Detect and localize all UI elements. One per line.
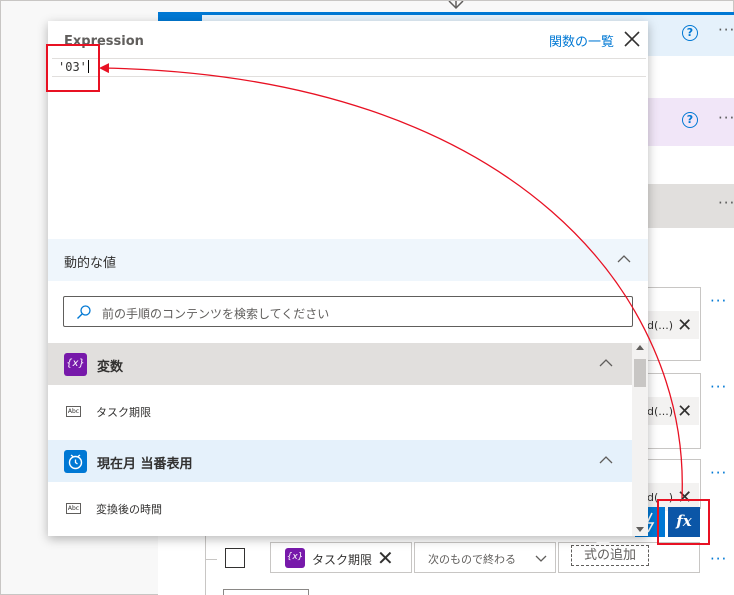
list-item-label: タスク期限 <box>96 406 151 419</box>
operator-dropdown[interactable]: 次のもので終わる <box>414 542 556 573</box>
variable-token-label: タスク期限 <box>312 553 373 567</box>
scroll-down-icon[interactable] <box>636 527 644 532</box>
function-list-link[interactable]: 関数の一覧 <box>549 31 614 50</box>
dynamic-content-title: 動的な値 <box>64 256 117 271</box>
close-icon[interactable] <box>622 29 642 49</box>
add-expression-button[interactable]: 式の追加 <box>571 545 649 566</box>
add-row-button-stub[interactable] <box>223 589 309 595</box>
dynamic-content-list: {x} 変数 Abc タスク期限 現在月 当番表用 Abc 変換後の時間 <box>48 343 632 536</box>
search-placeholder: 前の手順のコンテンツを検索してください <box>102 307 330 321</box>
variable-token[interactable]: {x} タスク期限 ✕ <box>270 542 412 573</box>
dynamic-content-header[interactable]: 動的な値 <box>48 239 648 281</box>
group-header-variables[interactable]: {x} 変数 <box>48 343 632 385</box>
chevron-up-icon[interactable] <box>599 359 613 367</box>
annotation-box-expression <box>46 44 100 92</box>
variable-icon: {x} <box>64 353 87 376</box>
condition-branch-line <box>205 559 217 560</box>
more-options-icon-3[interactable]: ··· <box>718 194 734 212</box>
chip-text: d(...) <box>647 404 674 418</box>
chevron-down-icon <box>535 555 547 562</box>
more-options-icon-2[interactable]: ··· <box>718 109 734 127</box>
chip-text: d(...) <box>647 318 674 332</box>
string-type-icon: Abc <box>66 406 81 417</box>
condition-row-1-value[interactable]: d(...) ✕ <box>645 311 699 339</box>
clock-icon <box>64 450 87 473</box>
more-options-row-3[interactable]: ··· <box>710 464 727 482</box>
more-options-row-2[interactable]: ··· <box>710 378 727 396</box>
remove-chip-icon[interactable]: ✕ <box>677 315 692 336</box>
group-header-current-month[interactable]: 現在月 当番表用 <box>48 440 632 482</box>
more-options-row-4[interactable]: ··· <box>710 550 727 568</box>
expression-input[interactable]: '03' <box>52 58 646 77</box>
scroll-up-icon[interactable] <box>636 345 644 350</box>
chevron-up-icon[interactable] <box>617 255 631 263</box>
list-scrollbar[interactable] <box>632 343 648 536</box>
string-type-icon: Abc <box>66 503 81 514</box>
search-icon <box>77 305 91 320</box>
value-input[interactable]: 式の追加 <box>558 542 700 573</box>
operator-value: 次のもので終わる <box>428 553 516 566</box>
condition-row-2-value[interactable]: d(...) ✕ <box>645 397 699 425</box>
remove-chip-icon[interactable]: ✕ <box>677 401 692 422</box>
help-icon-2[interactable]: ? <box>682 112 698 128</box>
annotation-box-fx <box>657 499 710 545</box>
remove-token-icon[interactable]: ✕ <box>377 546 394 570</box>
chevron-up-icon[interactable] <box>599 456 613 464</box>
more-options-row-1[interactable]: ··· <box>710 292 727 310</box>
variable-icon: {x} <box>285 548 305 568</box>
dynamic-content-search[interactable]: 前の手順のコンテンツを検索してください <box>63 296 633 327</box>
row-checkbox[interactable] <box>225 548 245 568</box>
popup-pointer <box>595 536 611 544</box>
more-options-icon[interactable]: ··· <box>718 21 734 39</box>
scroll-thumb[interactable] <box>634 359 646 387</box>
list-item-label: 変換後の時間 <box>96 503 162 516</box>
list-item[interactable]: Abc タスク期限 <box>48 385 632 440</box>
list-item[interactable]: Abc 変換後の時間 <box>48 482 632 536</box>
group-label: 変数 <box>97 360 124 375</box>
group-label: 現在月 当番表用 <box>97 457 193 472</box>
expression-popup: Expression 関数の一覧 '03' 動的な値 前の手順のコンテンツを検索… <box>48 21 648 536</box>
help-icon[interactable]: ? <box>682 25 698 41</box>
